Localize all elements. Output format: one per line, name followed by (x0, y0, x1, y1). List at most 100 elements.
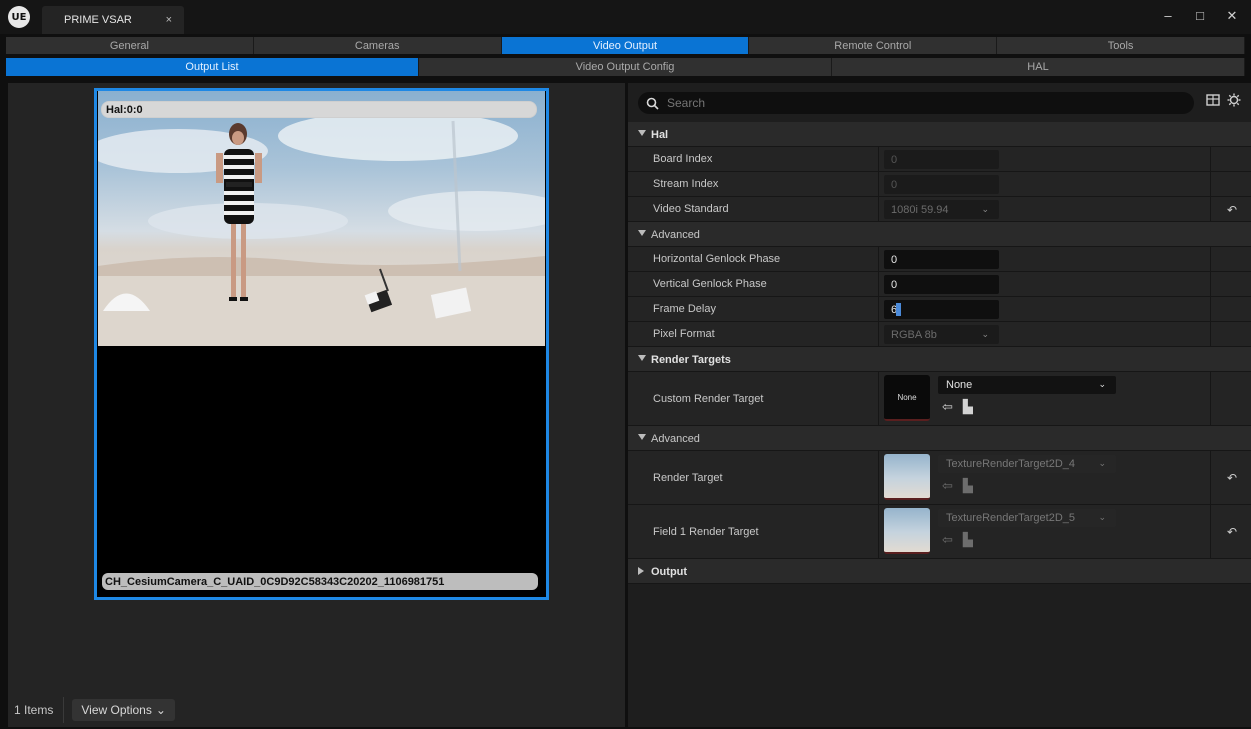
render-target-thumbnail (884, 454, 930, 500)
items-count: 1 Items (8, 697, 65, 723)
browse-folder-icon[interactable]: ▙ (963, 532, 973, 548)
stream-index-field[interactable]: 0 (884, 175, 999, 194)
browse-folder-icon[interactable]: ▙ (963, 478, 973, 494)
tab-cameras[interactable]: Cameras (253, 37, 502, 54)
column-divider (878, 322, 879, 346)
video-standard-value: 1080i 59.94 (891, 203, 949, 216)
video-standard-dropdown[interactable]: 1080i 59.94 ⌄ (884, 200, 999, 219)
chevron-down-icon: ⌄ (1098, 458, 1106, 468)
property-row-render-target: Render Target TextureRenderTarget2D_4 ⌄ … (628, 451, 1251, 505)
chevron-down-icon: ⌄ (1098, 379, 1106, 389)
search-input[interactable] (665, 95, 1165, 111)
horizontal-genlock-field[interactable]: 0 (884, 250, 999, 269)
column-divider (1210, 247, 1211, 271)
main-tab-bar: General Cameras Video Output Remote Cont… (6, 37, 1245, 54)
reset-to-default-icon[interactable]: ↶ (1227, 525, 1237, 539)
property-row-pixel-format: Pixel Format RGBA 8b ⌄ (628, 322, 1251, 347)
expand-arrow-icon (638, 434, 646, 440)
pixel-format-label: Pixel Format (653, 328, 715, 340)
column-divider (1210, 372, 1211, 425)
search-icon (646, 97, 659, 110)
vertical-genlock-label: Vertical Genlock Phase (653, 278, 767, 290)
column-divider (878, 372, 879, 425)
asset-thumbnail[interactable]: None (884, 375, 930, 421)
column-divider (1210, 451, 1211, 504)
horizontal-genlock-label: Horizontal Genlock Phase (653, 253, 781, 265)
vertical-genlock-field[interactable]: 0 (884, 275, 999, 294)
render-target-label: Render Target (653, 471, 723, 484)
document-tab[interactable]: PRIME VSAR × (42, 6, 184, 34)
use-selected-asset-icon[interactable]: ⇦ (942, 478, 953, 494)
view-options-button[interactable]: View Options ⌄ (72, 699, 175, 721)
column-divider (1210, 272, 1211, 296)
board-index-field[interactable]: 0 (884, 150, 999, 169)
category-hal[interactable]: Hal (628, 122, 1251, 147)
tab-remote-control[interactable]: Remote Control (749, 37, 998, 54)
asset-actions: ⇦ ▙ (942, 399, 973, 415)
column-divider (878, 247, 879, 271)
table-view-icon[interactable] (1204, 93, 1222, 111)
category-output-label: Output (651, 565, 688, 578)
view-options-label: View Options (81, 703, 152, 717)
close-window-button[interactable]: ✕ (1220, 8, 1244, 24)
field1-render-target-value: TextureRenderTarget2D_5 (946, 512, 1076, 524)
browse-folder-icon[interactable]: ▙ (963, 399, 973, 415)
render-target-dropdown[interactable]: TextureRenderTarget2D_4 ⌄ (938, 455, 1116, 473)
minimize-button[interactable]: – (1156, 8, 1180, 23)
category-advanced-label: Advanced (651, 228, 700, 241)
column-divider (878, 505, 879, 558)
column-divider (878, 272, 879, 296)
tab-hal[interactable]: HAL (832, 58, 1245, 76)
custom-render-target-label: Custom Render Target (653, 392, 764, 405)
chevron-down-icon: ⌄ (981, 329, 989, 339)
category-render-targets-label: Render Targets (651, 353, 731, 366)
property-row-horizontal-genlock: Horizontal Genlock Phase 0 (628, 247, 1251, 272)
output-list-panel: Hal:0:0 CH_CesiumCamera_C_UAID_0C9D92C58… (8, 83, 625, 727)
search-bar[interactable] (638, 92, 1194, 114)
column-divider (1210, 172, 1211, 196)
chevron-down-icon: ⌄ (155, 703, 166, 717)
asset-actions: ⇦ ▙ (942, 478, 973, 494)
category-output[interactable]: Output (628, 559, 1251, 584)
expand-arrow-icon (638, 130, 646, 136)
settings-gear-icon[interactable] (1225, 93, 1243, 111)
status-bar: 1 Items View Options ⌄ (8, 695, 625, 725)
reset-to-default-icon[interactable]: ↶ (1227, 471, 1237, 485)
use-selected-asset-icon[interactable]: ⇦ (942, 532, 953, 548)
close-tab-icon[interactable]: × (166, 14, 172, 26)
frame-delay-field[interactable]: 6 (884, 300, 999, 319)
reset-to-default-icon[interactable]: ↶ (1227, 203, 1237, 217)
tab-video-output[interactable]: Video Output (501, 37, 750, 54)
column-divider (1210, 505, 1211, 558)
use-selected-asset-icon[interactable]: ⇦ (942, 399, 953, 415)
collapsed-arrow-icon (638, 567, 644, 575)
video-preview-image (98, 91, 545, 346)
category-hal-label: Hal (651, 128, 669, 141)
category-render-targets[interactable]: Render Targets (628, 347, 1251, 372)
tab-video-output-config[interactable]: Video Output Config (419, 58, 832, 76)
property-row-field1-render-target: Field 1 Render Target TextureRenderTarge… (628, 505, 1251, 559)
column-divider (1210, 322, 1211, 346)
category-advanced[interactable]: Advanced (628, 426, 1251, 451)
details-panel: Hal Board Index 0 Stream Index 0 Video S… (628, 83, 1251, 727)
stream-index-label: Stream Index (653, 178, 719, 190)
chevron-down-icon: ⌄ (981, 204, 989, 214)
output-tile[interactable]: Hal:0:0 CH_CesiumCamera_C_UAID_0C9D92C58… (94, 88, 549, 600)
sub-tab-bar: Output List Video Output Config HAL (6, 58, 1245, 76)
tab-tools[interactable]: Tools (997, 37, 1245, 54)
scene-illustration (98, 111, 545, 346)
title-bar: UE PRIME VSAR × – □ ✕ (0, 0, 1251, 34)
column-divider (1210, 197, 1211, 221)
maximize-button[interactable]: □ (1188, 8, 1212, 23)
document-tab-title: PRIME VSAR (64, 14, 132, 26)
property-row-stream-index: Stream Index 0 (628, 172, 1251, 197)
property-row-custom-render-target: Custom Render Target None None ⌄ ⇦ ▙ (628, 372, 1251, 426)
tab-output-list[interactable]: Output List (6, 58, 419, 76)
tab-general[interactable]: General (6, 37, 254, 54)
category-advanced[interactable]: Advanced (628, 222, 1251, 247)
field1-render-target-dropdown[interactable]: TextureRenderTarget2D_5 ⌄ (938, 509, 1116, 527)
column-divider (878, 451, 879, 504)
column-divider (1210, 297, 1211, 321)
custom-render-target-dropdown[interactable]: None ⌄ (938, 376, 1116, 394)
pixel-format-dropdown[interactable]: RGBA 8b ⌄ (884, 325, 999, 344)
